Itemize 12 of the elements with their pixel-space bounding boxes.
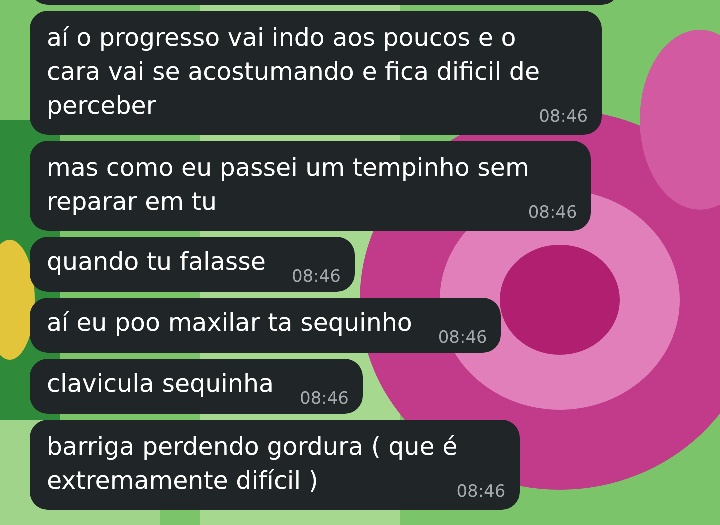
message-text: mas como eu passei um tempinho sem reparar em tu (47, 152, 530, 218)
message-time: 08:46 (292, 267, 341, 287)
message-text: aí o progresso vai indo aos poucos e o cara vai se acostumando e fica dificil de perceber (47, 22, 540, 120)
message-time: 08:46 (528, 203, 578, 223)
message-time: 08:46 (539, 107, 588, 127)
message-time: 08:46 (456, 482, 506, 502)
message-text: aí eu poo maxilar ta sequinho (47, 307, 412, 339)
message-text: barriga perdendo gordura ( que é extremamente difícil ) (47, 431, 458, 495)
message-time: 08:46 (438, 328, 488, 348)
message-text: quando tu falasse (47, 246, 266, 278)
message-time: 08:46 (300, 389, 349, 409)
message-text: clavicula sequinha (47, 368, 274, 400)
